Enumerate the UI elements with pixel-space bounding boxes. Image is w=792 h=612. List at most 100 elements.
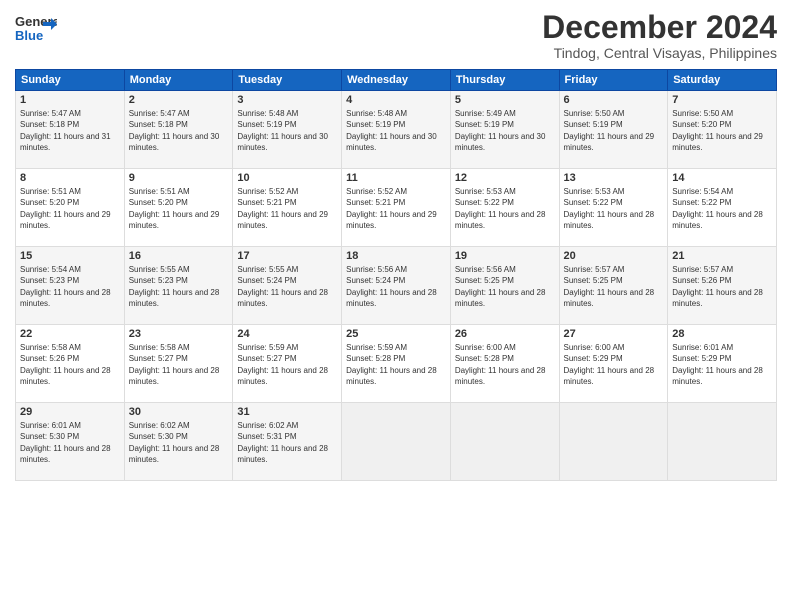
day-info: Sunrise: 5:53 AM Sunset: 5:22 PM Dayligh…	[455, 186, 555, 231]
day-number: 12	[455, 172, 555, 184]
day-info: Sunrise: 6:02 AM Sunset: 5:31 PM Dayligh…	[237, 420, 337, 465]
calendar-day-cell: 17 Sunrise: 5:55 AM Sunset: 5:24 PM Dayl…	[233, 247, 342, 325]
calendar-day-cell: 22 Sunrise: 5:58 AM Sunset: 5:26 PM Dayl…	[16, 325, 125, 403]
calendar-day-cell: 9 Sunrise: 5:51 AM Sunset: 5:20 PM Dayli…	[124, 169, 233, 247]
calendar-day-cell: 2 Sunrise: 5:47 AM Sunset: 5:18 PM Dayli…	[124, 91, 233, 169]
calendar-day-cell: 5 Sunrise: 5:49 AM Sunset: 5:19 PM Dayli…	[450, 91, 559, 169]
day-number: 14	[672, 172, 772, 184]
calendar-day-cell: 13 Sunrise: 5:53 AM Sunset: 5:22 PM Dayl…	[559, 169, 668, 247]
day-info: Sunrise: 6:01 AM Sunset: 5:29 PM Dayligh…	[672, 342, 772, 387]
calendar-day-cell: 12 Sunrise: 5:53 AM Sunset: 5:22 PM Dayl…	[450, 169, 559, 247]
day-info: Sunrise: 5:48 AM Sunset: 5:19 PM Dayligh…	[346, 108, 446, 153]
day-number: 25	[346, 328, 446, 340]
day-number: 20	[564, 250, 664, 262]
calendar-day-cell: 11 Sunrise: 5:52 AM Sunset: 5:21 PM Dayl…	[342, 169, 451, 247]
logo-icon: General Blue	[15, 10, 57, 48]
calendar-week-row: 8 Sunrise: 5:51 AM Sunset: 5:20 PM Dayli…	[16, 169, 777, 247]
day-info: Sunrise: 6:00 AM Sunset: 5:28 PM Dayligh…	[455, 342, 555, 387]
day-info: Sunrise: 5:48 AM Sunset: 5:19 PM Dayligh…	[237, 108, 337, 153]
calendar-day-cell: 6 Sunrise: 5:50 AM Sunset: 5:19 PM Dayli…	[559, 91, 668, 169]
calendar-day-cell: 30 Sunrise: 6:02 AM Sunset: 5:30 PM Dayl…	[124, 403, 233, 481]
day-number: 4	[346, 94, 446, 106]
calendar-week-row: 22 Sunrise: 5:58 AM Sunset: 5:26 PM Dayl…	[16, 325, 777, 403]
calendar-day-cell: 24 Sunrise: 5:59 AM Sunset: 5:27 PM Dayl…	[233, 325, 342, 403]
day-number: 22	[20, 328, 120, 340]
svg-text:Blue: Blue	[15, 28, 43, 43]
calendar-week-row: 1 Sunrise: 5:47 AM Sunset: 5:18 PM Dayli…	[16, 91, 777, 169]
day-info: Sunrise: 5:52 AM Sunset: 5:21 PM Dayligh…	[237, 186, 337, 231]
day-info: Sunrise: 5:50 AM Sunset: 5:20 PM Dayligh…	[672, 108, 772, 153]
calendar-header-cell: Friday	[559, 70, 668, 91]
calendar-day-cell	[668, 403, 777, 481]
day-info: Sunrise: 5:56 AM Sunset: 5:24 PM Dayligh…	[346, 264, 446, 309]
day-info: Sunrise: 5:58 AM Sunset: 5:26 PM Dayligh…	[20, 342, 120, 387]
day-number: 13	[564, 172, 664, 184]
day-info: Sunrise: 5:54 AM Sunset: 5:23 PM Dayligh…	[20, 264, 120, 309]
day-info: Sunrise: 5:57 AM Sunset: 5:25 PM Dayligh…	[564, 264, 664, 309]
calendar-day-cell	[342, 403, 451, 481]
calendar-header-cell: Sunday	[16, 70, 125, 91]
day-number: 9	[129, 172, 229, 184]
calendar-day-cell: 7 Sunrise: 5:50 AM Sunset: 5:20 PM Dayli…	[668, 91, 777, 169]
calendar-header-cell: Wednesday	[342, 70, 451, 91]
calendar-day-cell: 20 Sunrise: 5:57 AM Sunset: 5:25 PM Dayl…	[559, 247, 668, 325]
day-number: 11	[346, 172, 446, 184]
month-title: December 2024	[542, 10, 777, 45]
day-info: Sunrise: 5:50 AM Sunset: 5:19 PM Dayligh…	[564, 108, 664, 153]
calendar-week-row: 15 Sunrise: 5:54 AM Sunset: 5:23 PM Dayl…	[16, 247, 777, 325]
day-info: Sunrise: 6:00 AM Sunset: 5:29 PM Dayligh…	[564, 342, 664, 387]
day-info: Sunrise: 5:57 AM Sunset: 5:26 PM Dayligh…	[672, 264, 772, 309]
day-number: 26	[455, 328, 555, 340]
day-number: 1	[20, 94, 120, 106]
day-number: 21	[672, 250, 772, 262]
day-number: 30	[129, 406, 229, 418]
day-info: Sunrise: 5:58 AM Sunset: 5:27 PM Dayligh…	[129, 342, 229, 387]
location-title: Tindog, Central Visayas, Philippines	[542, 45, 777, 61]
calendar-day-cell: 8 Sunrise: 5:51 AM Sunset: 5:20 PM Dayli…	[16, 169, 125, 247]
day-info: Sunrise: 5:56 AM Sunset: 5:25 PM Dayligh…	[455, 264, 555, 309]
header: General Blue December 2024 Tindog, Centr…	[15, 10, 777, 61]
calendar-day-cell: 25 Sunrise: 5:59 AM Sunset: 5:28 PM Dayl…	[342, 325, 451, 403]
calendar-day-cell: 18 Sunrise: 5:56 AM Sunset: 5:24 PM Dayl…	[342, 247, 451, 325]
calendar-week-row: 29 Sunrise: 6:01 AM Sunset: 5:30 PM Dayl…	[16, 403, 777, 481]
calendar-day-cell: 27 Sunrise: 6:00 AM Sunset: 5:29 PM Dayl…	[559, 325, 668, 403]
day-number: 18	[346, 250, 446, 262]
day-info: Sunrise: 6:02 AM Sunset: 5:30 PM Dayligh…	[129, 420, 229, 465]
page: General Blue December 2024 Tindog, Centr…	[0, 0, 792, 612]
calendar-header-row: SundayMondayTuesdayWednesdayThursdayFrid…	[16, 70, 777, 91]
calendar-day-cell	[450, 403, 559, 481]
day-number: 16	[129, 250, 229, 262]
calendar-day-cell: 16 Sunrise: 5:55 AM Sunset: 5:23 PM Dayl…	[124, 247, 233, 325]
calendar-body: 1 Sunrise: 5:47 AM Sunset: 5:18 PM Dayli…	[16, 91, 777, 481]
day-info: Sunrise: 5:55 AM Sunset: 5:24 PM Dayligh…	[237, 264, 337, 309]
calendar-header-cell: Tuesday	[233, 70, 342, 91]
day-number: 29	[20, 406, 120, 418]
day-info: Sunrise: 5:47 AM Sunset: 5:18 PM Dayligh…	[20, 108, 120, 153]
day-number: 7	[672, 94, 772, 106]
day-number: 2	[129, 94, 229, 106]
day-info: Sunrise: 5:51 AM Sunset: 5:20 PM Dayligh…	[20, 186, 120, 231]
calendar-day-cell: 23 Sunrise: 5:58 AM Sunset: 5:27 PM Dayl…	[124, 325, 233, 403]
calendar-day-cell: 19 Sunrise: 5:56 AM Sunset: 5:25 PM Dayl…	[450, 247, 559, 325]
day-info: Sunrise: 6:01 AM Sunset: 5:30 PM Dayligh…	[20, 420, 120, 465]
day-info: Sunrise: 5:49 AM Sunset: 5:19 PM Dayligh…	[455, 108, 555, 153]
calendar-header-cell: Saturday	[668, 70, 777, 91]
day-number: 27	[564, 328, 664, 340]
calendar-day-cell: 4 Sunrise: 5:48 AM Sunset: 5:19 PM Dayli…	[342, 91, 451, 169]
calendar-day-cell: 21 Sunrise: 5:57 AM Sunset: 5:26 PM Dayl…	[668, 247, 777, 325]
day-number: 8	[20, 172, 120, 184]
day-number: 5	[455, 94, 555, 106]
calendar-day-cell	[559, 403, 668, 481]
day-info: Sunrise: 5:47 AM Sunset: 5:18 PM Dayligh…	[129, 108, 229, 153]
day-info: Sunrise: 5:53 AM Sunset: 5:22 PM Dayligh…	[564, 186, 664, 231]
day-number: 10	[237, 172, 337, 184]
calendar-table: SundayMondayTuesdayWednesdayThursdayFrid…	[15, 69, 777, 481]
logo: General Blue	[15, 10, 57, 48]
day-number: 28	[672, 328, 772, 340]
day-number: 15	[20, 250, 120, 262]
day-info: Sunrise: 5:59 AM Sunset: 5:27 PM Dayligh…	[237, 342, 337, 387]
day-number: 31	[237, 406, 337, 418]
calendar-day-cell: 1 Sunrise: 5:47 AM Sunset: 5:18 PM Dayli…	[16, 91, 125, 169]
calendar-day-cell: 15 Sunrise: 5:54 AM Sunset: 5:23 PM Dayl…	[16, 247, 125, 325]
calendar-day-cell: 31 Sunrise: 6:02 AM Sunset: 5:31 PM Dayl…	[233, 403, 342, 481]
